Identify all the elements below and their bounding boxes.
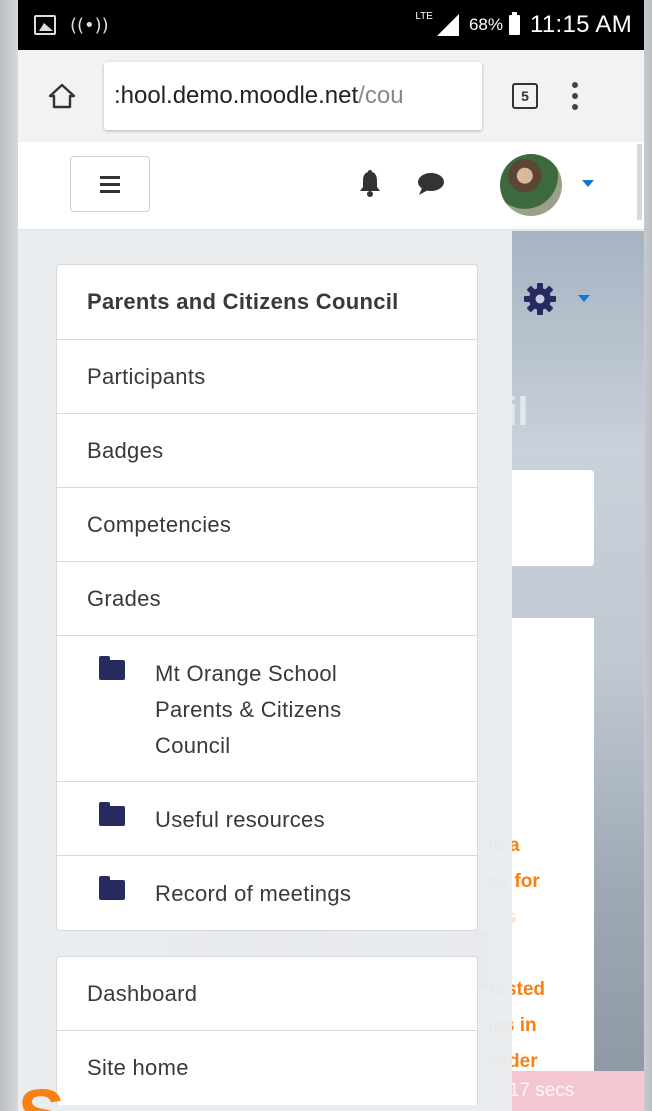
- nav-item-label: Badges: [87, 437, 164, 463]
- tabs-button[interactable]: 5: [512, 83, 538, 109]
- url-host: :hool.demo.moodle.net: [114, 82, 359, 109]
- nav-item-label: Competencies: [87, 511, 232, 537]
- section-label: Mt Orange School Parents & Citizens Coun…: [155, 661, 342, 758]
- course-title: Parents and Citizens Council: [87, 289, 399, 314]
- nav-item-competencies[interactable]: Competencies: [57, 488, 477, 562]
- course-nav-list: Parents and Citizens Council Participant…: [56, 264, 478, 931]
- status-right: LTE 68% 11:15 AM: [413, 11, 632, 39]
- gallery-icon: [34, 15, 56, 35]
- nav-item-dashboard[interactable]: Dashboard: [57, 957, 477, 1031]
- settings-caret-icon[interactable]: [578, 295, 590, 302]
- site-nav-list: Dashboard Site home: [56, 956, 478, 1105]
- battery-icon: [508, 12, 520, 35]
- nav-section-mt-orange[interactable]: Mt Orange School Parents & Citizens Coun…: [57, 636, 477, 782]
- menu-dot: [572, 93, 578, 99]
- nav-item-participants[interactable]: Participants: [57, 340, 477, 414]
- status-left: ((•)): [34, 15, 109, 36]
- nav-item-label: Dashboard: [87, 980, 198, 1006]
- nav-section-useful-resources[interactable]: Useful resources: [57, 782, 477, 856]
- nav-item-label: Site home: [87, 1055, 189, 1080]
- nav-item-grades[interactable]: Grades: [57, 562, 477, 636]
- site-navbar: [18, 142, 644, 230]
- gear-icon[interactable]: [522, 281, 558, 317]
- home-button[interactable]: [32, 66, 92, 126]
- nav-item-site-home[interactable]: Site home: [57, 1031, 477, 1105]
- url-path: /cou: [358, 82, 404, 109]
- user-menu-caret-icon[interactable]: [582, 180, 594, 187]
- course-title-link[interactable]: Parents and Citizens Council: [57, 265, 477, 340]
- network-type: LTE: [415, 10, 433, 22]
- hamburger-icon: [100, 182, 120, 186]
- menu-dot: [572, 82, 578, 88]
- page-scrollbar[interactable]: [637, 144, 642, 220]
- nav-item-badges[interactable]: Badges: [57, 414, 477, 488]
- drawer-toggle-button[interactable]: [70, 156, 150, 212]
- nav-section-record-of-meetings[interactable]: Record of meetings: [57, 856, 477, 930]
- clock: 11:15 AM: [529, 11, 632, 38]
- folder-icon: [99, 876, 125, 900]
- hamburger-icon: [100, 175, 120, 179]
- folder-icon: [99, 656, 125, 680]
- address-bar[interactable]: :hool.demo.moodle.net/cou: [104, 62, 482, 130]
- bell-icon[interactable]: [358, 168, 382, 198]
- section-label: Useful resources: [155, 807, 325, 832]
- hamburger-icon: [100, 189, 120, 193]
- battery-percent: 68%: [468, 15, 503, 34]
- home-icon: [48, 83, 76, 109]
- signal-icon: [436, 14, 459, 36]
- hotspot-icon: ((•)): [70, 14, 109, 36]
- status-bar: ((•)) LTE 68% 11:15 AM: [18, 0, 644, 50]
- section-label: Record of meetings: [155, 881, 352, 906]
- phone-screen: ((•)) LTE 68% 11:15 AM :hool.demo.moodle…: [18, 0, 644, 1111]
- avatar[interactable]: [500, 154, 562, 216]
- menu-dot: [572, 104, 578, 110]
- nav-item-label: Participants: [87, 363, 206, 389]
- chat-icon[interactable]: [416, 172, 446, 196]
- browser-toolbar: :hool.demo.moodle.net/cou 5: [18, 50, 644, 142]
- nav-item-label: Grades: [87, 585, 161, 611]
- browser-menu-button[interactable]: [572, 82, 578, 110]
- folder-icon: [99, 802, 125, 826]
- background-letter: S: [18, 1074, 65, 1111]
